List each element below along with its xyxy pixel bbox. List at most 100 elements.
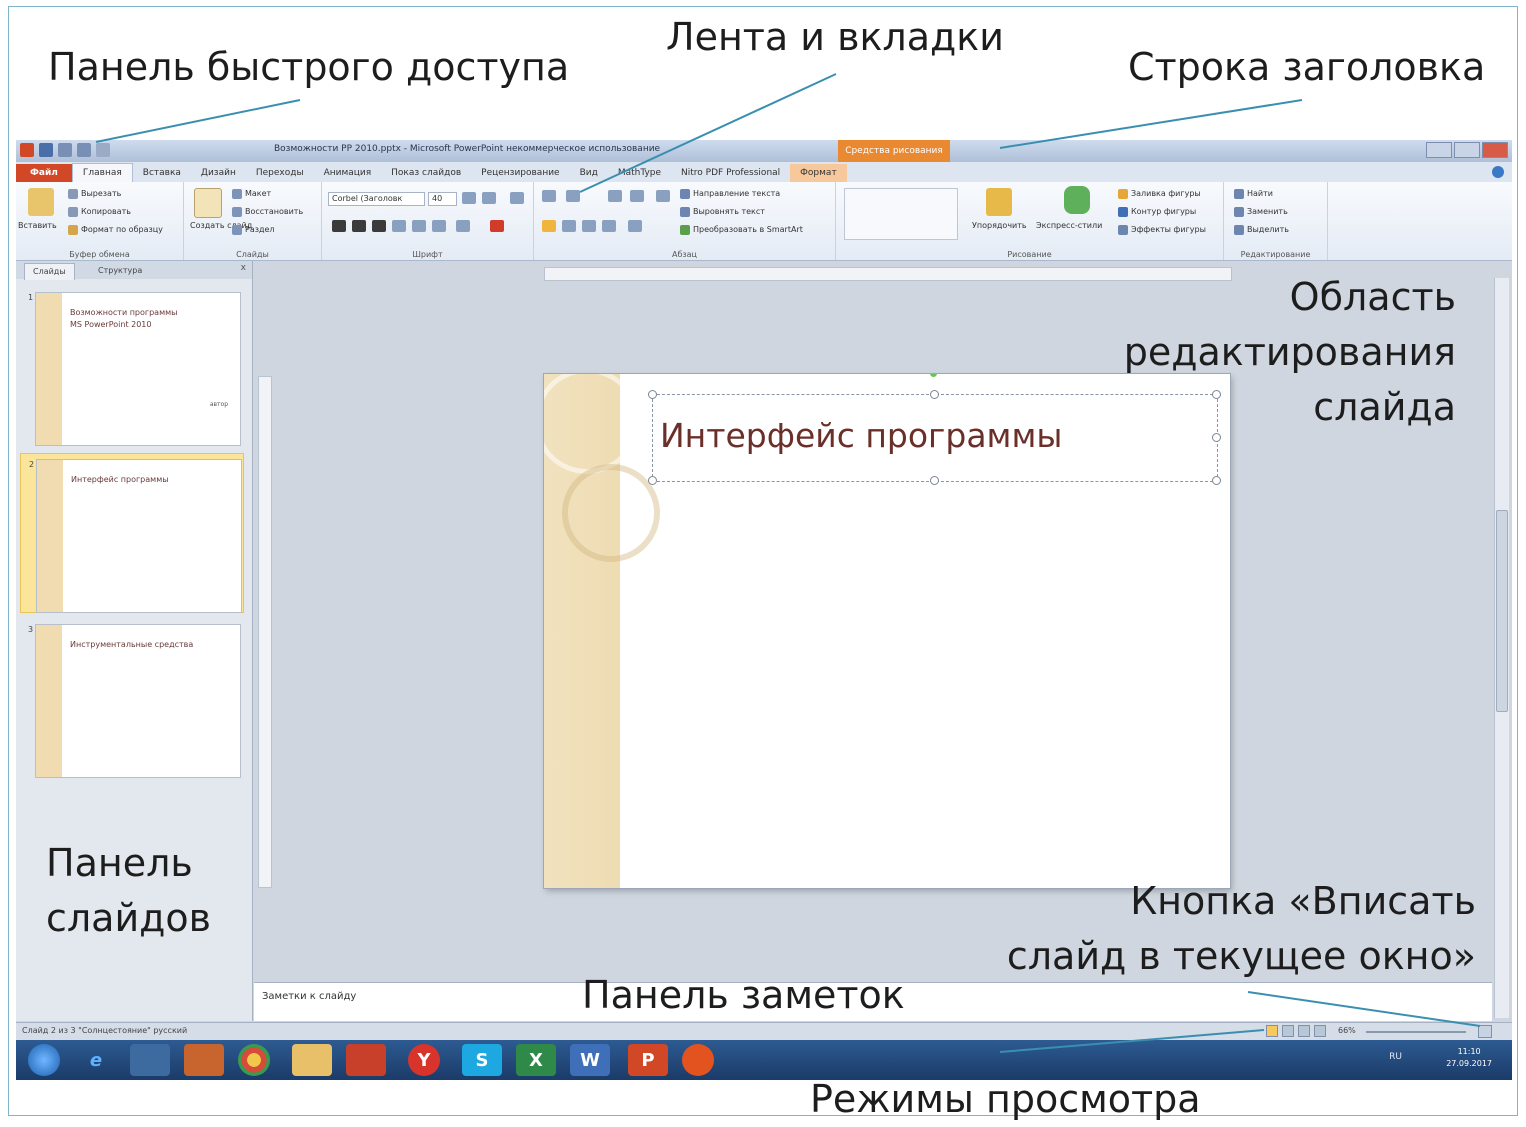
slide-sorter-button[interactable] [1282,1025,1294,1037]
quick-styles-icon[interactable] [1064,186,1090,214]
explorer-icon[interactable] [292,1044,332,1076]
quick-styles-label[interactable]: Экспресс-стили [1036,220,1102,232]
tab-review[interactable]: Рецензирование [471,164,569,182]
ie-icon[interactable]: e [76,1044,116,1076]
tab-slides[interactable]: Слайды [24,263,75,280]
tab-outline[interactable]: Структура [90,263,150,279]
shrink-font-icon[interactable] [482,192,496,204]
reading-view-button[interactable] [1298,1025,1310,1037]
bold-icon[interactable] [332,220,346,232]
minimize-button[interactable] [1426,142,1452,158]
customize-qat-icon[interactable] [96,143,110,157]
align-left-icon[interactable] [542,220,556,232]
layout-button[interactable]: Макет [232,188,271,200]
help-icon[interactable] [1492,166,1504,178]
yandex-icon[interactable]: Y [408,1044,440,1076]
case-icon[interactable] [456,220,470,232]
tray-language[interactable]: RU [1389,1052,1402,1062]
strikethrough-icon[interactable] [412,220,426,232]
slide-canvas[interactable]: Интерфейс программы [544,374,1230,888]
start-button-icon[interactable] [28,1044,60,1076]
resize-handle[interactable] [1212,476,1221,485]
underline-icon[interactable] [372,220,386,232]
bullets-icon[interactable] [542,190,556,202]
tab-design[interactable]: Дизайн [191,164,246,182]
font-size-select[interactable]: 40 [428,192,457,206]
media-player-icon[interactable] [184,1044,224,1076]
copy-button[interactable]: Копировать [68,206,131,218]
replace-button[interactable]: Заменить [1234,206,1288,218]
spacing-icon[interactable] [432,220,446,232]
increase-indent-icon[interactable] [630,190,644,202]
paste-label[interactable]: Вставить [18,220,57,232]
line-spacing-icon[interactable] [656,190,670,202]
tab-transitions[interactable]: Переходы [246,164,314,182]
font-color-icon[interactable] [490,220,504,232]
justify-icon[interactable] [602,220,616,232]
tab-mathtype[interactable]: MathType [608,164,671,182]
tab-nitro[interactable]: Nitro PDF Professional [671,164,790,182]
maximize-button[interactable] [1454,142,1480,158]
paste-icon[interactable] [28,188,54,216]
tab-view[interactable]: Вид [570,164,608,182]
vertical-ruler[interactable] [258,376,272,888]
arrange-label[interactable]: Упорядочить [972,220,1027,232]
word-icon[interactable]: W [570,1044,610,1076]
zoom-level[interactable]: 66% [1338,1026,1356,1035]
scrollbar-thumb[interactable] [1496,510,1508,712]
zoom-slider[interactable] [1366,1031,1466,1033]
resize-handle[interactable] [930,390,939,399]
shape-effects-button[interactable]: Эффекты фигуры [1118,224,1206,236]
close-button[interactable] [1482,142,1508,158]
tab-insert[interactable]: Вставка [133,164,191,182]
slide-thumbnail-selected[interactable]: 2 Интерфейс программы [20,453,244,613]
powerpoint-icon[interactable]: P [628,1044,668,1076]
tab-home[interactable]: Главная [71,163,133,182]
columns-icon[interactable] [628,220,642,232]
resize-handle[interactable] [930,476,939,485]
taskbar-app-icon[interactable] [682,1044,714,1076]
shape-fill-button[interactable]: Заливка фигуры [1118,188,1201,200]
align-right-icon[interactable] [582,220,596,232]
shape-outline-button[interactable]: Контур фигуры [1118,206,1196,218]
clear-format-icon[interactable] [510,192,524,204]
format-painter-button[interactable]: Формат по образцу [68,224,163,236]
smartart-button[interactable]: Преобразовать в SmartArt [680,224,803,236]
excel-icon[interactable]: X [516,1044,556,1076]
slideshow-button[interactable] [1314,1025,1326,1037]
section-button[interactable]: Раздел [232,224,275,236]
tab-file[interactable]: Файл [16,164,72,182]
cut-button[interactable]: Вырезать [68,188,121,200]
shadow-icon[interactable] [392,220,406,232]
redo-icon[interactable] [77,143,91,157]
slide-thumbnail[interactable]: 1 Возможности программы MS PowerPoint 20… [20,287,244,447]
slide-thumbnail[interactable]: 3 Инструментальные средства [20,619,244,779]
arrange-icon[interactable] [986,188,1012,216]
tab-slideshow[interactable]: Показ слайдов [381,164,471,182]
undo-icon[interactable] [58,143,72,157]
tab-animation[interactable]: Анимация [314,164,382,182]
taskbar-app-icon[interactable] [130,1044,170,1076]
select-button[interactable]: Выделить [1234,224,1289,236]
save-icon[interactable] [39,143,53,157]
align-text-button[interactable]: Выровнять текст [680,206,765,218]
text-direction-button[interactable]: Направление текста [680,188,780,200]
normal-view-button[interactable] [1266,1025,1278,1037]
grow-font-icon[interactable] [462,192,476,204]
decrease-indent-icon[interactable] [608,190,622,202]
close-pane-icon[interactable]: x [241,263,246,273]
align-center-icon[interactable] [562,220,576,232]
fit-slide-button[interactable] [1478,1025,1492,1038]
numbering-icon[interactable] [566,190,580,202]
resize-handle[interactable] [648,476,657,485]
tab-format[interactable]: Формат [790,164,847,182]
slide-title[interactable]: Интерфейс программы [660,416,1062,455]
font-name-select[interactable]: Corbel (Заголовк [328,192,425,206]
resize-handle[interactable] [648,390,657,399]
shapes-gallery[interactable] [844,188,958,240]
reset-button[interactable]: Восстановить [232,206,303,218]
rotate-handle[interactable] [930,374,937,377]
firefox-icon[interactable] [346,1044,386,1076]
chrome-icon[interactable] [238,1044,270,1076]
skype-icon[interactable]: S [462,1044,502,1076]
